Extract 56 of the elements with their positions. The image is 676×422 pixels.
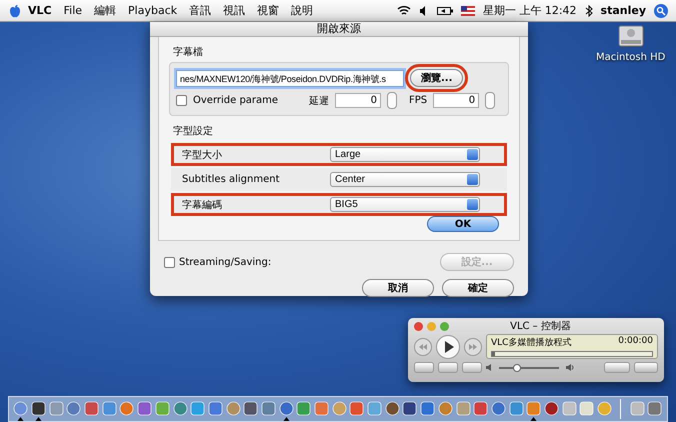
checkbox[interactable] <box>176 95 187 106</box>
play-icon[interactable] <box>436 334 460 358</box>
field-label: 延遲 <box>309 94 329 108</box>
seek-bar[interactable] <box>491 351 653 357</box>
menu-item[interactable]: File <box>58 4 88 17</box>
flag-icon[interactable] <box>460 6 475 16</box>
checkbox-label: Streaming/Saving: <box>179 256 272 268</box>
menu-item[interactable]: VLC <box>22 4 58 17</box>
desktop-icon-label[interactable]: Macintosh HD <box>596 52 666 63</box>
delay-field[interactable]: 0 <box>335 93 381 108</box>
dialog-button[interactable]: 取消 <box>362 279 434 297</box>
checkbox-label: Override parame <box>193 95 280 106</box>
dialog-title: 開啟來源 <box>150 22 528 37</box>
fps-field[interactable]: 0 <box>433 93 480 108</box>
status-text: VLC多媒體播放程式 <box>491 336 572 349</box>
search-icon[interactable] <box>654 4 668 18</box>
dock-app-icon[interactable] <box>526 401 542 421</box>
menu-item[interactable]: 視窗 <box>251 3 286 18</box>
ok-button[interactable]: OK <box>427 216 499 232</box>
setting-label: Subtitles alignment <box>182 174 280 185</box>
group-title: 字幕檔 <box>173 46 204 59</box>
zoom-icon[interactable] <box>440 322 449 330</box>
time-display: 0:00:00 <box>618 336 653 348</box>
setting-label: 字幕編碼 <box>182 198 223 212</box>
menu-item[interactable]: 編輯 <box>88 3 122 18</box>
volume-thumb[interactable] <box>513 364 521 372</box>
group-title: 字型設定 <box>173 124 214 138</box>
speaker-icon <box>486 364 492 371</box>
window-title: VLC – 控制器 <box>509 320 572 333</box>
checkbox[interactable] <box>164 256 175 268</box>
menu-clock[interactable]: 星期一 上午 12:42 <box>482 3 577 18</box>
bluetooth-icon[interactable] <box>584 4 593 16</box>
dropdown[interactable]: Large <box>330 147 480 162</box>
menu-item[interactable]: Playback <box>122 4 184 17</box>
dropdown[interactable]: Center <box>330 172 480 187</box>
dropdown[interactable]: BIG5 <box>330 197 480 212</box>
fast-forward-icon[interactable] <box>464 338 482 356</box>
user-name[interactable]: stanley <box>600 4 646 17</box>
dock-app-icon[interactable] <box>278 401 294 421</box>
stepper[interactable] <box>485 92 496 109</box>
stepper[interactable] <box>387 92 397 109</box>
path-field[interactable]: nes/MAXNEW120/海神號/Poseidon.DVDRip.海神號.s <box>176 70 404 86</box>
dock-app-icon[interactable] <box>31 401 46 421</box>
dialog-button[interactable]: 確定 <box>442 279 514 297</box>
menu-item[interactable]: 視訊 <box>217 3 252 18</box>
wifi-icon[interactable] <box>396 5 411 16</box>
speaker-icon <box>566 364 575 371</box>
menu-item[interactable]: 音訊 <box>183 3 218 18</box>
rewind-icon[interactable] <box>414 338 432 356</box>
field-label: FPS <box>409 95 428 106</box>
setting-label: 字型大小 <box>182 148 223 162</box>
close-icon[interactable] <box>414 322 423 330</box>
battery-icon[interactable] <box>436 6 453 16</box>
dock-app-icon[interactable] <box>13 401 28 421</box>
menu-item[interactable]: 說明 <box>285 3 320 18</box>
apple-logo-icon[interactable] <box>8 4 22 18</box>
